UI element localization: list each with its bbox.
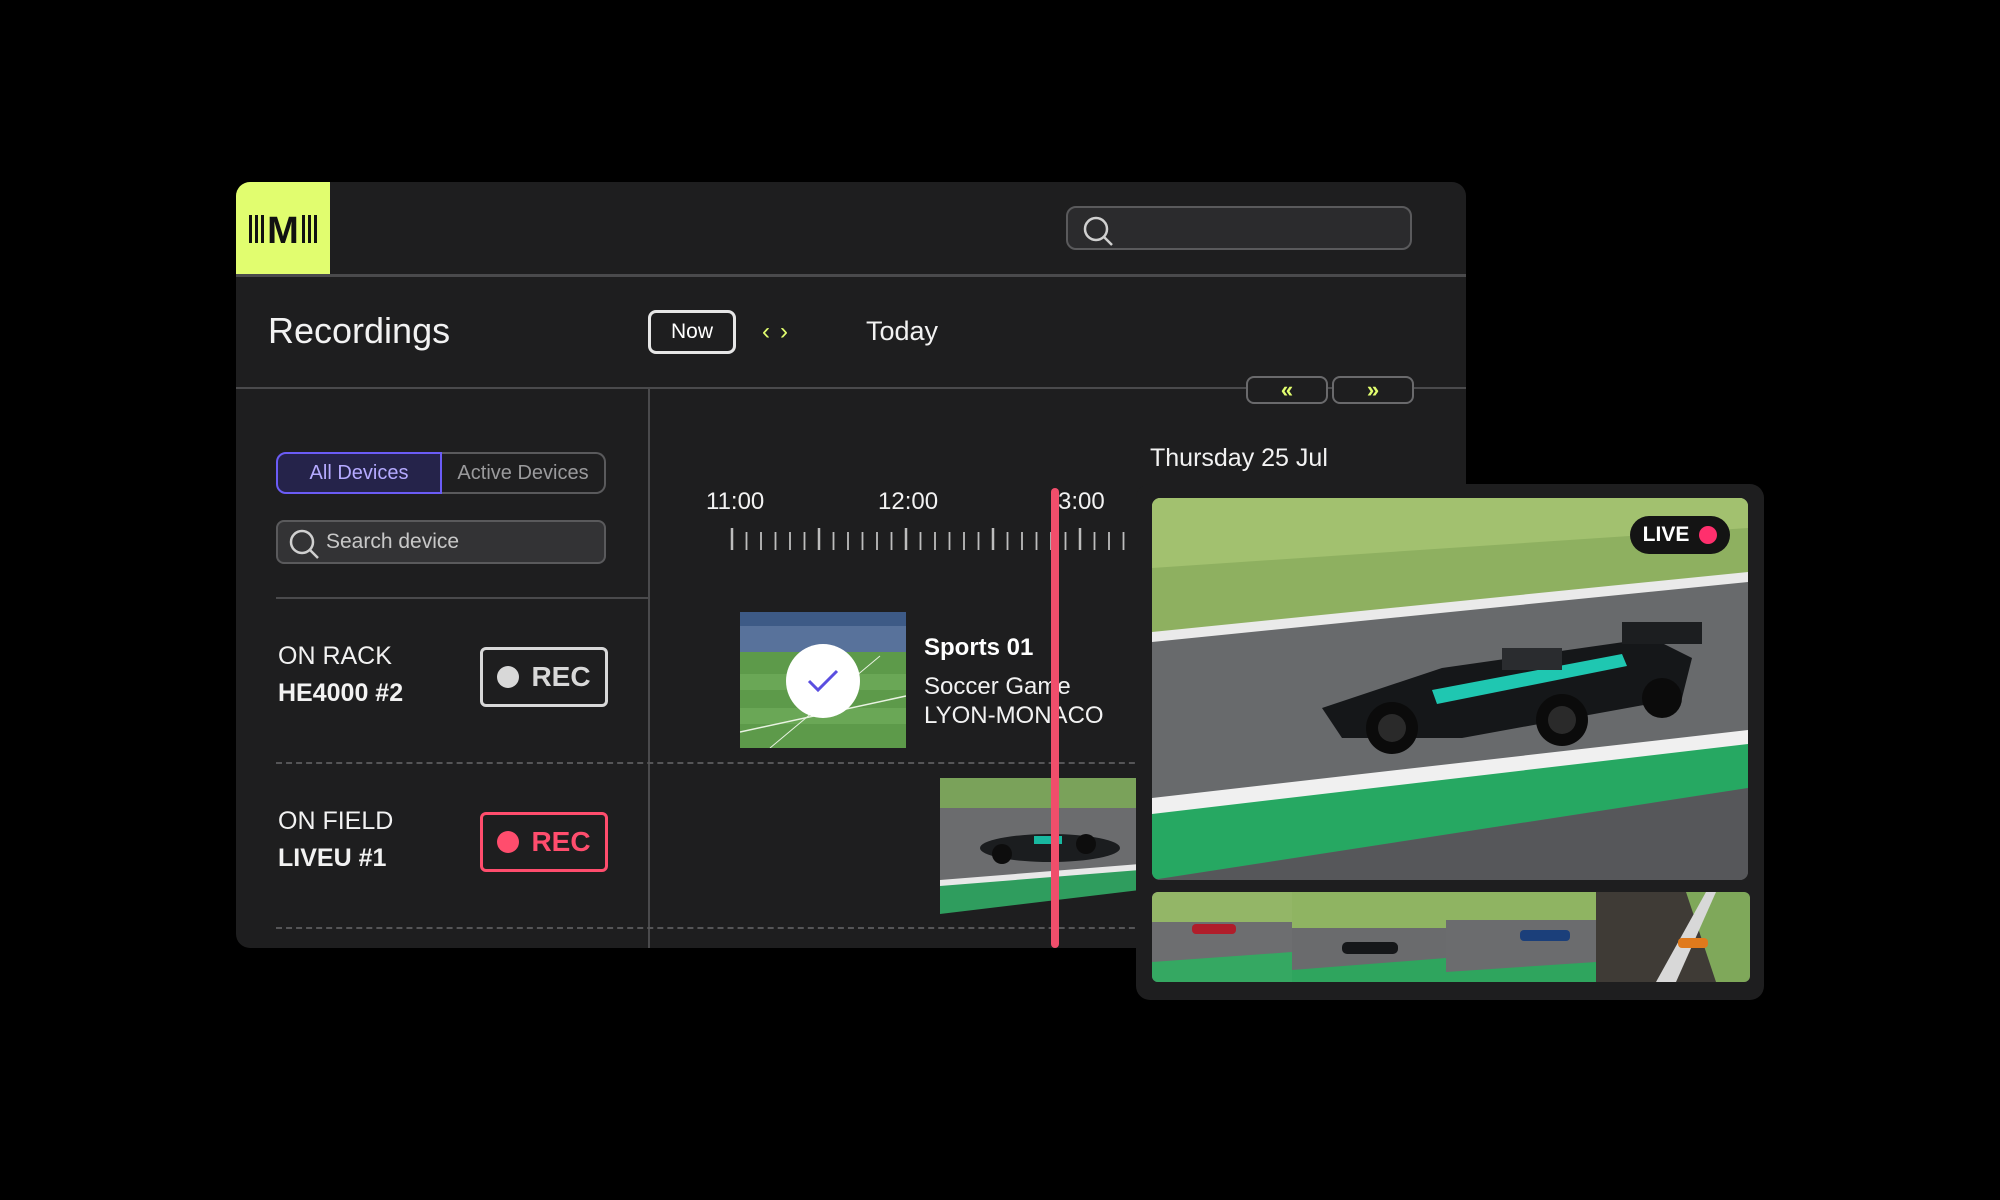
program-channel: Sports 01 [924, 634, 1034, 661]
live-badge: LIVE [1630, 516, 1730, 554]
rec-label: REC [531, 661, 591, 692]
clip-thumbnail[interactable] [1152, 892, 1292, 982]
device-row: ON RACK HE4000 #2 REC [278, 642, 648, 708]
tab-active-devices[interactable]: Active Devices [442, 452, 606, 494]
clip-thumbnail-image [1292, 892, 1446, 982]
timeline-date: Thursday 25 Jul [1150, 444, 1328, 472]
program-title: Soccer Game LYON-MONACO [924, 672, 1104, 730]
sidebar-divider [648, 388, 650, 948]
chevron-right-icon[interactable]: › [780, 318, 798, 345]
logo-mark: M [249, 210, 317, 249]
topbar-divider [236, 274, 1466, 277]
program-title-line: Soccer Game [924, 673, 1071, 700]
live-race-image [1152, 498, 1748, 880]
time-label: 12:00 [878, 488, 939, 515]
live-preview-panel [1136, 484, 1764, 1000]
search-icon [289, 529, 319, 559]
app-logo[interactable]: M [236, 182, 330, 276]
check-icon [786, 644, 860, 718]
program-thumbnail[interactable] [740, 612, 906, 748]
device-search-input[interactable] [326, 527, 596, 557]
timeline-playhead[interactable] [1051, 488, 1059, 948]
now-button[interactable]: Now [648, 310, 736, 354]
sidebar-header-divider [276, 597, 648, 599]
chevron-left-icon[interactable]: ‹ [762, 318, 780, 345]
device-search-field [276, 520, 606, 564]
device-filter-toggle: All Devices Active Devices [276, 452, 606, 494]
tab-all-devices[interactable]: All Devices [276, 452, 442, 494]
day-label: Today [866, 316, 939, 346]
device-row: ON FIELD LIVEU #1 REC [278, 807, 648, 873]
clip-thumbnail[interactable] [1446, 892, 1596, 982]
race-recording-thumbnail[interactable] [940, 778, 1140, 914]
time-label: 3:00 [1058, 488, 1105, 515]
live-label: LIVE [1642, 523, 1690, 546]
page-title: Recordings [268, 310, 451, 351]
day-nav: ‹› [762, 318, 798, 346]
live-video-player[interactable] [1152, 498, 1748, 880]
timeline-ruler [730, 528, 1139, 550]
record-dot-icon [497, 666, 520, 688]
rec-label: REC [531, 826, 591, 857]
clip-thumbnail-image [1596, 892, 1750, 982]
global-search-input[interactable] [1066, 206, 1412, 250]
prev-page-button[interactable]: « [1246, 376, 1328, 404]
clip-thumbnail-image [1152, 892, 1292, 982]
clip-thumbnail-strip [1152, 892, 1750, 982]
logo-letter: M [267, 210, 299, 249]
rec-button[interactable]: REC [480, 647, 608, 707]
program-title-line: LYON-MONACO [924, 702, 1104, 729]
clip-thumbnail-image [1446, 892, 1596, 982]
rec-button-active[interactable]: REC [480, 812, 608, 872]
clip-thumbnail[interactable] [1292, 892, 1446, 982]
next-page-button[interactable]: » [1332, 376, 1414, 404]
clip-thumbnail[interactable] [1596, 892, 1750, 982]
time-label: 11:00 [706, 488, 765, 515]
search-icon [1083, 216, 1113, 246]
record-dot-icon [497, 831, 520, 853]
live-dot-icon [1699, 526, 1718, 544]
race-car-image [940, 778, 1140, 914]
